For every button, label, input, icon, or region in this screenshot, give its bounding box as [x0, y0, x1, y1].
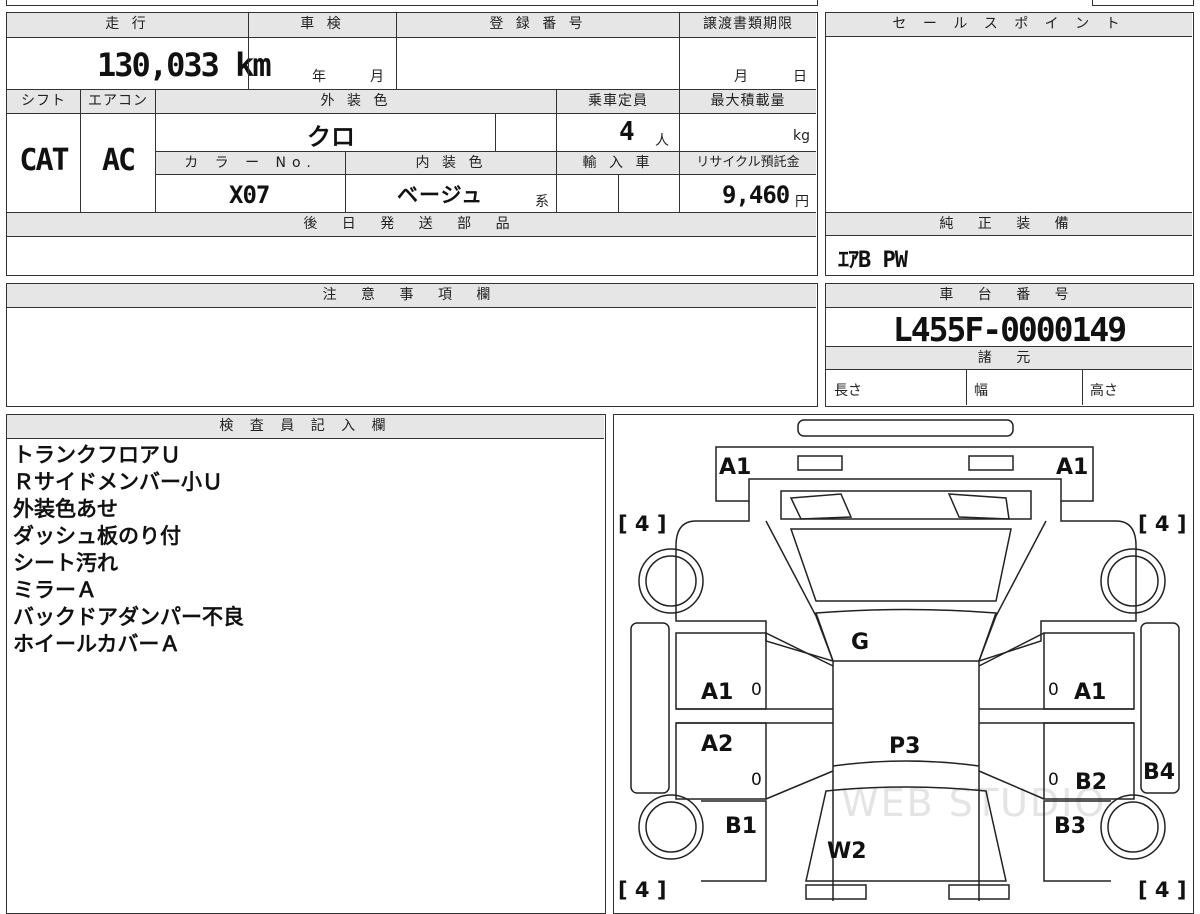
color-no-label: カ ラ ー No. — [156, 152, 345, 174]
note-line: Ｒサイドメンバー小Ｕ — [13, 470, 223, 494]
mark-right-rear-door: B2 — [1075, 770, 1107, 795]
sales-point-title: セ ー ル ス ポ イ ン ト — [826, 13, 1192, 37]
caution-title: 注 意 事 項 欄 — [7, 284, 816, 308]
mark-door-zero: 0 — [1048, 680, 1059, 700]
mark-roof: P3 — [889, 734, 920, 759]
transfer-month-unit: 月 — [734, 69, 748, 85]
mark-right-side: B4 — [1143, 760, 1175, 785]
headlight-right — [968, 455, 1014, 471]
note-line: 外装色あせ — [13, 497, 118, 521]
mark-tire-rr: [ 4 ] — [1138, 878, 1186, 902]
left-sill — [630, 622, 670, 794]
mark-front-left: A1 — [719, 455, 751, 480]
tire-front-left — [638, 548, 704, 614]
max-load-unit: kg — [793, 128, 810, 144]
transfer-day-unit: 日 — [793, 69, 807, 85]
specs-height: 高さ — [1090, 383, 1118, 399]
car-diagram: WEB STUDIO A1 A1 G P3 A1 A1 A2 B2 B1 B3 … — [618, 419, 1186, 902]
aircon-value: AC — [101, 143, 136, 178]
windshield — [789, 528, 1012, 602]
transfer-deadline-label: 譲渡書類期限 — [680, 13, 816, 37]
front-bumper — [797, 419, 1014, 437]
genuine-equipment-value: ｴｱB PW — [838, 248, 908, 273]
mark-hood: G — [851, 630, 869, 655]
aircon-label: エアコン — [81, 90, 155, 113]
note-line: ダッシュ板のり付 — [13, 524, 181, 548]
wiper-left — [789, 493, 853, 520]
note-line: ミラーＡ — [13, 578, 97, 602]
capacity-label: 乗車定員 — [557, 90, 679, 113]
note-line: バックドアダンパー不良 — [13, 605, 244, 629]
tire-rear-left — [638, 794, 704, 860]
mark-tire-fr: [ 4 ] — [1138, 512, 1186, 536]
inspection-month-unit: 月 — [370, 69, 384, 85]
mark-door-zero: 0 — [1048, 770, 1059, 790]
hood — [814, 608, 998, 662]
mark-right-rear-quarter: B3 — [1054, 814, 1086, 839]
color-no-value: X07 — [229, 181, 270, 209]
interior-color-value: ベージュ — [397, 183, 484, 207]
top-edge-strip-right — [1092, 0, 1194, 6]
import-label: 輸 入 車 — [557, 152, 679, 174]
specs-length: 長さ — [834, 383, 862, 399]
registration-label: 登 録 番 号 — [397, 13, 679, 37]
mark-left-rear-quarter: B1 — [725, 814, 757, 839]
headlight-left — [797, 455, 843, 471]
specs-title: 諸 元 — [826, 347, 1192, 370]
mileage-label: 走 行 — [7, 13, 248, 37]
exterior-color-label: 外 装 色 — [156, 90, 556, 113]
capacity-unit: 人 — [655, 133, 669, 149]
chassis-box: 車 台 番 号 L455F-0000149 諸 元 長さ 幅 高さ — [825, 283, 1194, 407]
mark-door-zero: 0 — [751, 770, 762, 790]
recycle-fee-label: リサイクル預託金 — [680, 152, 816, 174]
interior-color-label: 内 装 色 — [346, 152, 556, 174]
inspection-label: 車 検 — [249, 13, 396, 37]
mark-left-rear-door: A2 — [701, 732, 733, 757]
note-line: トランクフロアＵ — [13, 443, 181, 467]
vehicle-info-table: 走 行 車 検 登 録 番 号 譲渡書類期限 130,033 km 年 月 月 … — [6, 12, 818, 276]
wiper-right — [947, 493, 1010, 520]
mark-tire-fl: [ 4 ] — [618, 512, 666, 536]
a-pillar-left — [765, 520, 834, 662]
mark-rear-glass: W2 — [827, 839, 867, 864]
tire-front-right — [1100, 548, 1166, 614]
a-pillar-right — [978, 520, 1047, 662]
note-line: シート汚れ — [13, 551, 118, 575]
roof-line-rear — [832, 760, 980, 767]
exterior-color-value: クロ — [307, 123, 355, 151]
note-line: ホイールカバーＡ — [13, 632, 181, 656]
chassis-title: 車 台 番 号 — [826, 284, 1192, 308]
mark-right-front-door: A1 — [1074, 680, 1106, 705]
caution-box: 注 意 事 項 欄 — [6, 283, 818, 407]
mark-front-right: A1 — [1056, 455, 1088, 480]
body-outline — [675, 501, 1137, 901]
rear-bumper-left — [805, 884, 867, 900]
genuine-equipment-title: 純 正 装 備 — [826, 213, 1192, 236]
recycle-fee-unit: 円 — [795, 194, 809, 210]
car-diagram-box: WEB STUDIO A1 A1 G P3 A1 A1 A2 B2 B1 B3 … — [613, 414, 1194, 914]
mark-left-front-door: A1 — [701, 680, 733, 705]
chassis-number: L455F-0000149 — [892, 310, 1127, 349]
capacity-value: 4 — [619, 117, 635, 147]
rear-quarter-left — [701, 800, 767, 882]
max-load-label: 最大積載量 — [680, 90, 816, 113]
mileage-value: 130,033 km — [97, 46, 272, 84]
inspector-box: 検 査 員 記 入 欄 トランクフロアＵ Ｒサイドメンバー小Ｕ 外装色あせ ダッ… — [6, 414, 606, 914]
shift-label: シフト — [7, 90, 80, 113]
inspection-year-unit: 年 — [312, 69, 326, 85]
recycle-fee-value: 9,460 — [722, 181, 790, 209]
inspector-title: 検 査 員 記 入 欄 — [7, 415, 604, 439]
specs-width: 幅 — [974, 383, 988, 399]
shift-value: CAT — [19, 143, 69, 178]
front-panel — [715, 446, 1094, 502]
top-edge-strip — [6, 0, 818, 6]
inspector-notes: トランクフロアＵ Ｒサイドメンバー小Ｕ 外装色あせ ダッシュ板のり付 シート汚れ… — [13, 442, 244, 658]
mark-tire-rl: [ 4 ] — [618, 878, 666, 902]
later-parts-label: 後 日 発 送 部 品 — [7, 213, 816, 236]
mark-door-zero: 0 — [751, 680, 762, 700]
interior-color-suffix: 系 — [535, 194, 549, 210]
tire-rear-right — [1100, 794, 1166, 860]
sales-point-box: セ ー ル ス ポ イ ン ト 純 正 装 備 ｴｱB PW — [825, 12, 1194, 276]
